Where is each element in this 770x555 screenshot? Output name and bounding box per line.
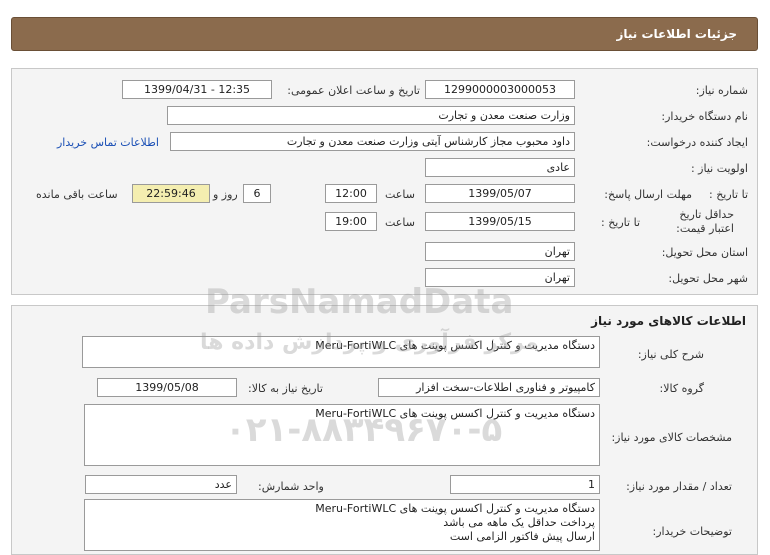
- goods-group-label: گروه کالا:: [659, 382, 704, 395]
- goods-section-title: اطلاعات کالاهای مورد نیاز: [591, 314, 746, 328]
- announce-label: تاریخ و ساعت اعلان عمومی:: [287, 84, 420, 97]
- price-time-field: 19:00: [325, 212, 377, 231]
- requester-label: ایجاد کننده درخواست:: [646, 136, 748, 149]
- priority-label: اولویت نیاز :: [690, 162, 748, 175]
- buyer-note-line: دستگاه مدیریت و کنترل اکسس پوینت های Mer…: [315, 502, 595, 515]
- need-number-field: 1299000003000053: [425, 80, 575, 99]
- price-to-date-label: تا تاریخ :: [601, 216, 640, 229]
- deadline-label: مهلت ارسال پاسخ:: [604, 188, 692, 201]
- unit-label: واحد شمارش:: [258, 480, 324, 493]
- city-label: شهر محل تحویل:: [668, 272, 748, 285]
- remaining-label: ساعت باقی مانده: [36, 188, 118, 201]
- deadline-date-field: 1399/05/07: [425, 184, 575, 203]
- announce-field: 1399/04/31 - 12:35: [122, 80, 272, 99]
- buyer-note-line: ارسال پیش فاکتور الزامی است: [449, 530, 595, 543]
- city-field: تهران: [425, 268, 575, 287]
- buyer-notes-label: توضیحات خریدار:: [652, 525, 733, 538]
- province-label: استان محل تحویل:: [661, 246, 748, 259]
- buyer-notes-field: دستگاه مدیریت و کنترل اکسس پوینت های Mer…: [84, 499, 600, 551]
- page-header: جزئیات اطلاعات نیاز: [11, 17, 758, 51]
- price-time-label: ساعت: [385, 216, 415, 229]
- deadline-time-field: 12:00: [325, 184, 377, 203]
- deadline-to-date-label: تا تاریخ :: [709, 188, 748, 201]
- general-desc-label: شرح کلی نیاز:: [637, 348, 704, 361]
- quantity-label: تعداد / مقدار مورد نیاز:: [626, 480, 732, 493]
- need-date-field: 1399/05/08: [97, 378, 237, 397]
- buyer-contact-link[interactable]: اطلاعات تماس خریدار: [57, 136, 159, 149]
- buyer-org-field: وزارت صنعت معدن و تجارت: [167, 106, 575, 125]
- need-info-panel: [11, 68, 758, 295]
- days-suffix-label: روز و: [213, 188, 238, 201]
- requester-field: داود محبوب مجاز کارشناس آیتی وزارت صنعت …: [170, 132, 575, 151]
- buyer-org-label: نام دستگاه خریدار:: [661, 110, 748, 123]
- need-date-label: تاریخ نیاز به کالا:: [248, 382, 323, 395]
- price-date-field: 1399/05/15: [425, 212, 575, 231]
- quantity-field: 1: [450, 475, 600, 494]
- price-validity-label: حداقل تاریخ اعتبار قیمت:: [676, 208, 734, 235]
- general-desc-field: دستگاه مدیریت و کنترل اکسس پوینت های Mer…: [82, 336, 600, 368]
- province-field: تهران: [425, 242, 575, 261]
- specs-field: دستگاه مدیریت و کنترل اکسس پوینت های Mer…: [84, 404, 600, 466]
- priority-field: عادی: [425, 158, 575, 177]
- page-title: جزئیات اطلاعات نیاز: [616, 27, 737, 41]
- deadline-time-label: ساعت: [385, 188, 415, 201]
- days-remaining-field: 6: [243, 184, 271, 203]
- need-number-label: شماره نیاز:: [695, 84, 748, 97]
- specs-label: مشخصات کالای مورد نیاز:: [611, 431, 732, 444]
- remaining-time-field: 22:59:46: [132, 184, 210, 203]
- buyer-note-line: پرداخت حداقل یک ماهه می باشد: [443, 516, 595, 529]
- unit-field: عدد: [85, 475, 237, 494]
- goods-group-field: کامپیوتر و فناوری اطلاعات-سخت افزار: [378, 378, 600, 397]
